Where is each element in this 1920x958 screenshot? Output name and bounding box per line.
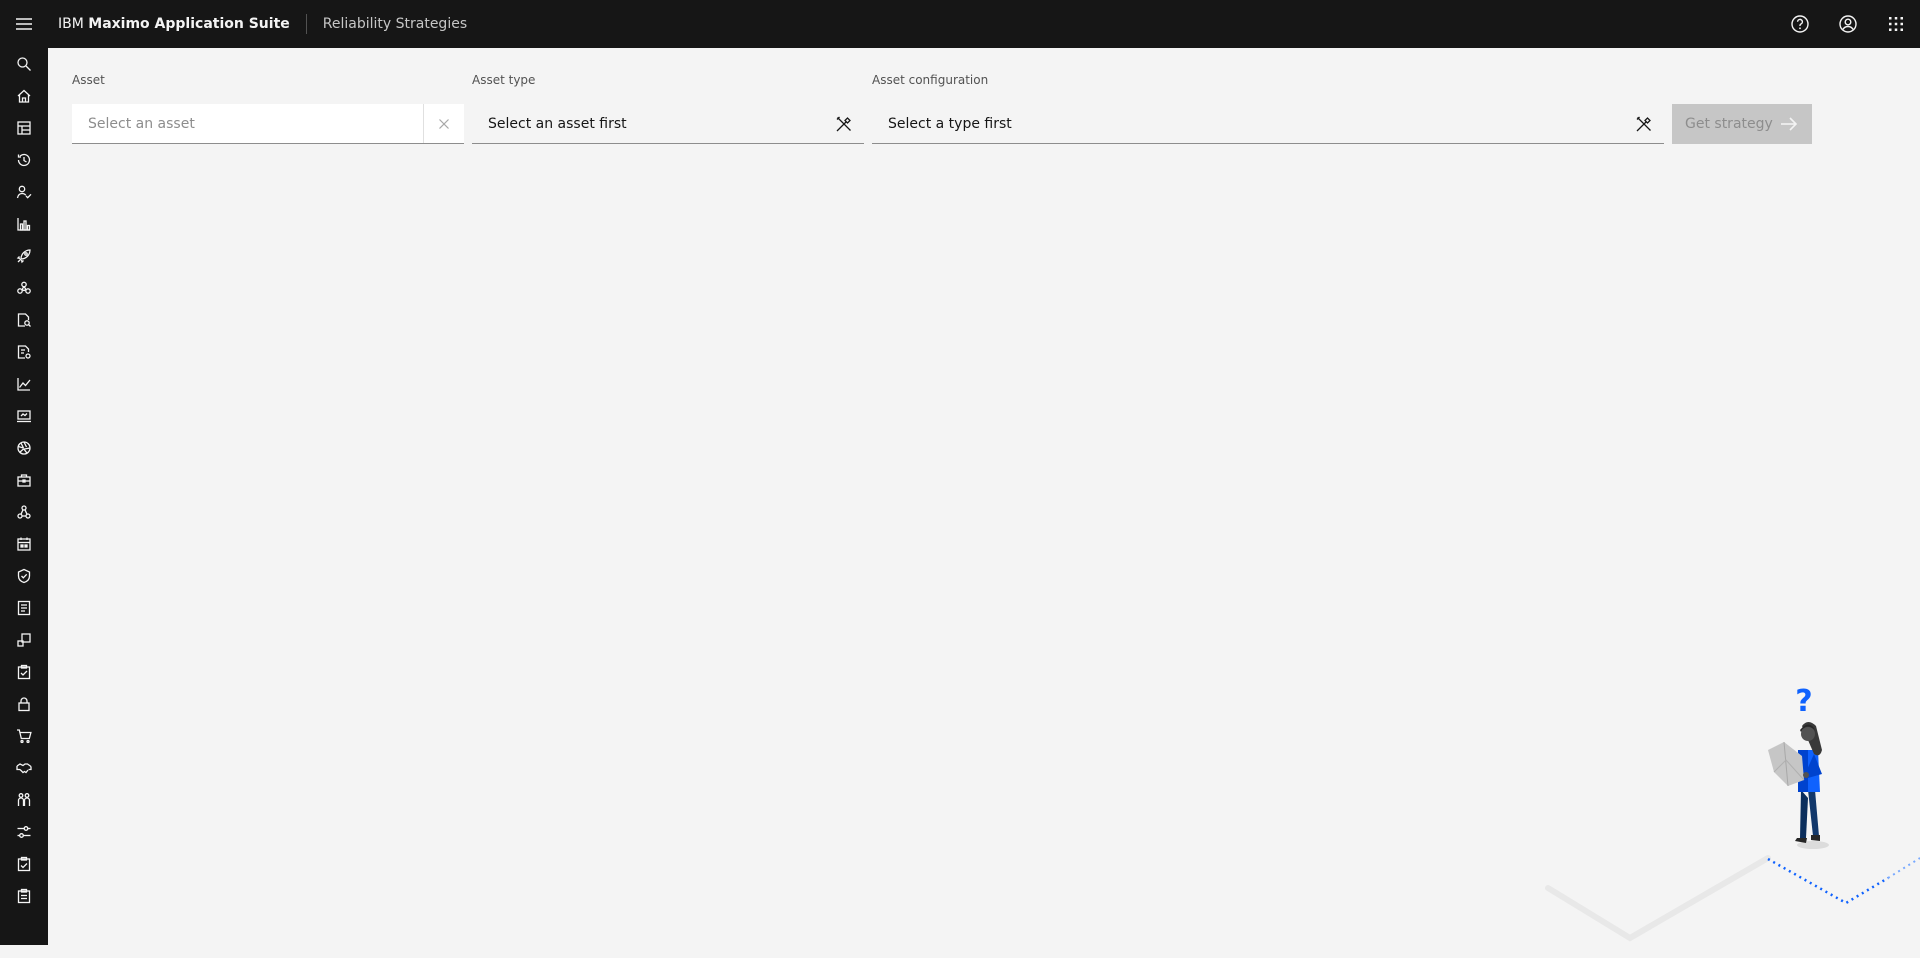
home-icon (17, 89, 31, 103)
nav-rocket[interactable] (0, 240, 48, 272)
nav-history[interactable] (0, 144, 48, 176)
asset-type-value: Select an asset first (488, 115, 627, 132)
aperture-icon (17, 441, 31, 455)
nav-cart[interactable] (0, 720, 48, 752)
app-name: Reliability Strategies (322, 16, 468, 32)
nav-clipboard-check[interactable] (0, 656, 48, 688)
get-strategy-button[interactable]: Get strategy (1672, 104, 1812, 144)
document-audit-icon (17, 345, 31, 359)
asset-combobox (72, 103, 464, 144)
nav-handshake[interactable] (0, 752, 48, 784)
asset-input[interactable] (72, 103, 423, 144)
asset-type-field: Asset type Select an asset first (472, 72, 864, 144)
hamburger-menu-button[interactable] (0, 0, 48, 48)
monitor-icon (17, 410, 31, 423)
bar-chart-icon (17, 218, 31, 231)
asset-clear-button[interactable] (423, 104, 464, 143)
asset-configuration-select[interactable]: Select a type first (872, 104, 1664, 144)
asset-type-select[interactable]: Select an asset first (472, 104, 864, 144)
nav-home[interactable] (0, 80, 48, 112)
app-switcher-button[interactable] (1872, 0, 1920, 48)
brand-product: Maximo Application Suite (88, 16, 290, 32)
nav-user-check[interactable] (0, 176, 48, 208)
nav-document-search[interactable] (0, 304, 48, 336)
asset-label: Asset (72, 73, 105, 87)
tools-icon (1636, 116, 1651, 131)
brand-name[interactable]: IBM Maximo Application Suite (48, 16, 306, 32)
devices-icon (17, 633, 31, 647)
nav-line-chart[interactable] (0, 368, 48, 400)
nav-shield-check[interactable] (0, 560, 48, 592)
asset-field: Asset (72, 72, 464, 144)
nav-aperture[interactable] (0, 432, 48, 464)
nav-bar-chart[interactable] (0, 208, 48, 240)
nav-people[interactable] (0, 784, 48, 816)
get-strategy-label: Get strategy (1685, 116, 1773, 132)
nav-network[interactable] (0, 496, 48, 528)
user-profile-button[interactable] (1824, 0, 1872, 48)
nav-monitor[interactable] (0, 400, 48, 432)
toolbox-icon (17, 474, 31, 487)
nav-report[interactable] (0, 592, 48, 624)
task-complete-icon (17, 856, 31, 872)
nav-dashboard[interactable] (0, 112, 48, 144)
user-check-icon (16, 185, 32, 199)
nav-document-audit[interactable] (0, 336, 48, 368)
nav-calendar[interactable] (0, 528, 48, 560)
arrow-right-icon (1781, 117, 1798, 131)
nav-task-complete[interactable] (0, 848, 48, 880)
brand-prefix: IBM (58, 16, 84, 32)
empty-state-illustration: ? (1545, 684, 1920, 942)
rocket-icon (16, 249, 31, 264)
nav-search[interactable] (0, 48, 48, 80)
asset-configuration-value: Select a type first (888, 115, 1012, 132)
person-figure (1768, 722, 1829, 849)
ground-path-fade (1887, 857, 1920, 879)
settings-adjust-icon (17, 826, 31, 838)
help-button[interactable] (1776, 0, 1824, 48)
search-icon (17, 57, 31, 71)
asset-configuration-label: Asset configuration (872, 73, 989, 87)
nav-cluster[interactable] (0, 272, 48, 304)
lock-icon (18, 697, 30, 712)
clipboard-check-icon (17, 664, 31, 680)
tools-icon (836, 116, 851, 131)
report-icon (17, 600, 31, 616)
asset-configuration-tool-button[interactable] (1624, 104, 1664, 143)
top-header: IBM Maximo Application Suite Reliability… (0, 0, 1920, 48)
nav-devices[interactable] (0, 624, 48, 656)
calendar-icon (17, 537, 31, 551)
ground-shadow-line (1545, 855, 1771, 942)
nav-lock[interactable] (0, 688, 48, 720)
people-icon (17, 793, 31, 806)
document-search-icon (17, 313, 31, 327)
asset-type-tool-button[interactable] (824, 104, 864, 143)
help-icon (1791, 15, 1809, 33)
clipboard-icon (17, 888, 31, 904)
user-profile-icon (1839, 15, 1857, 33)
nav-settings-adjust[interactable] (0, 816, 48, 848)
app-switcher-icon (1889, 17, 1903, 31)
asset-configuration-field: Asset configuration Select a type first (872, 72, 1664, 144)
cluster-icon (17, 281, 31, 294)
main-content: Asset Asset type Select an asset first A… (48, 48, 1920, 945)
side-navigation (0, 48, 48, 945)
header-actions (1776, 0, 1920, 48)
close-icon (439, 118, 449, 129)
dashboard-icon (17, 121, 31, 135)
line-chart-icon (17, 378, 31, 391)
question-mark: ? (1795, 684, 1812, 719)
shield-check-icon (17, 568, 31, 584)
menu-icon (16, 18, 32, 30)
ground-path-dotted (1767, 857, 1889, 905)
handshake-icon (16, 763, 32, 774)
nav-toolbox[interactable] (0, 464, 48, 496)
cart-icon (17, 729, 32, 744)
history-icon (17, 153, 31, 167)
nav-clipboard[interactable] (0, 880, 48, 912)
asset-type-label: Asset type (472, 73, 536, 87)
network-icon (17, 505, 31, 519)
